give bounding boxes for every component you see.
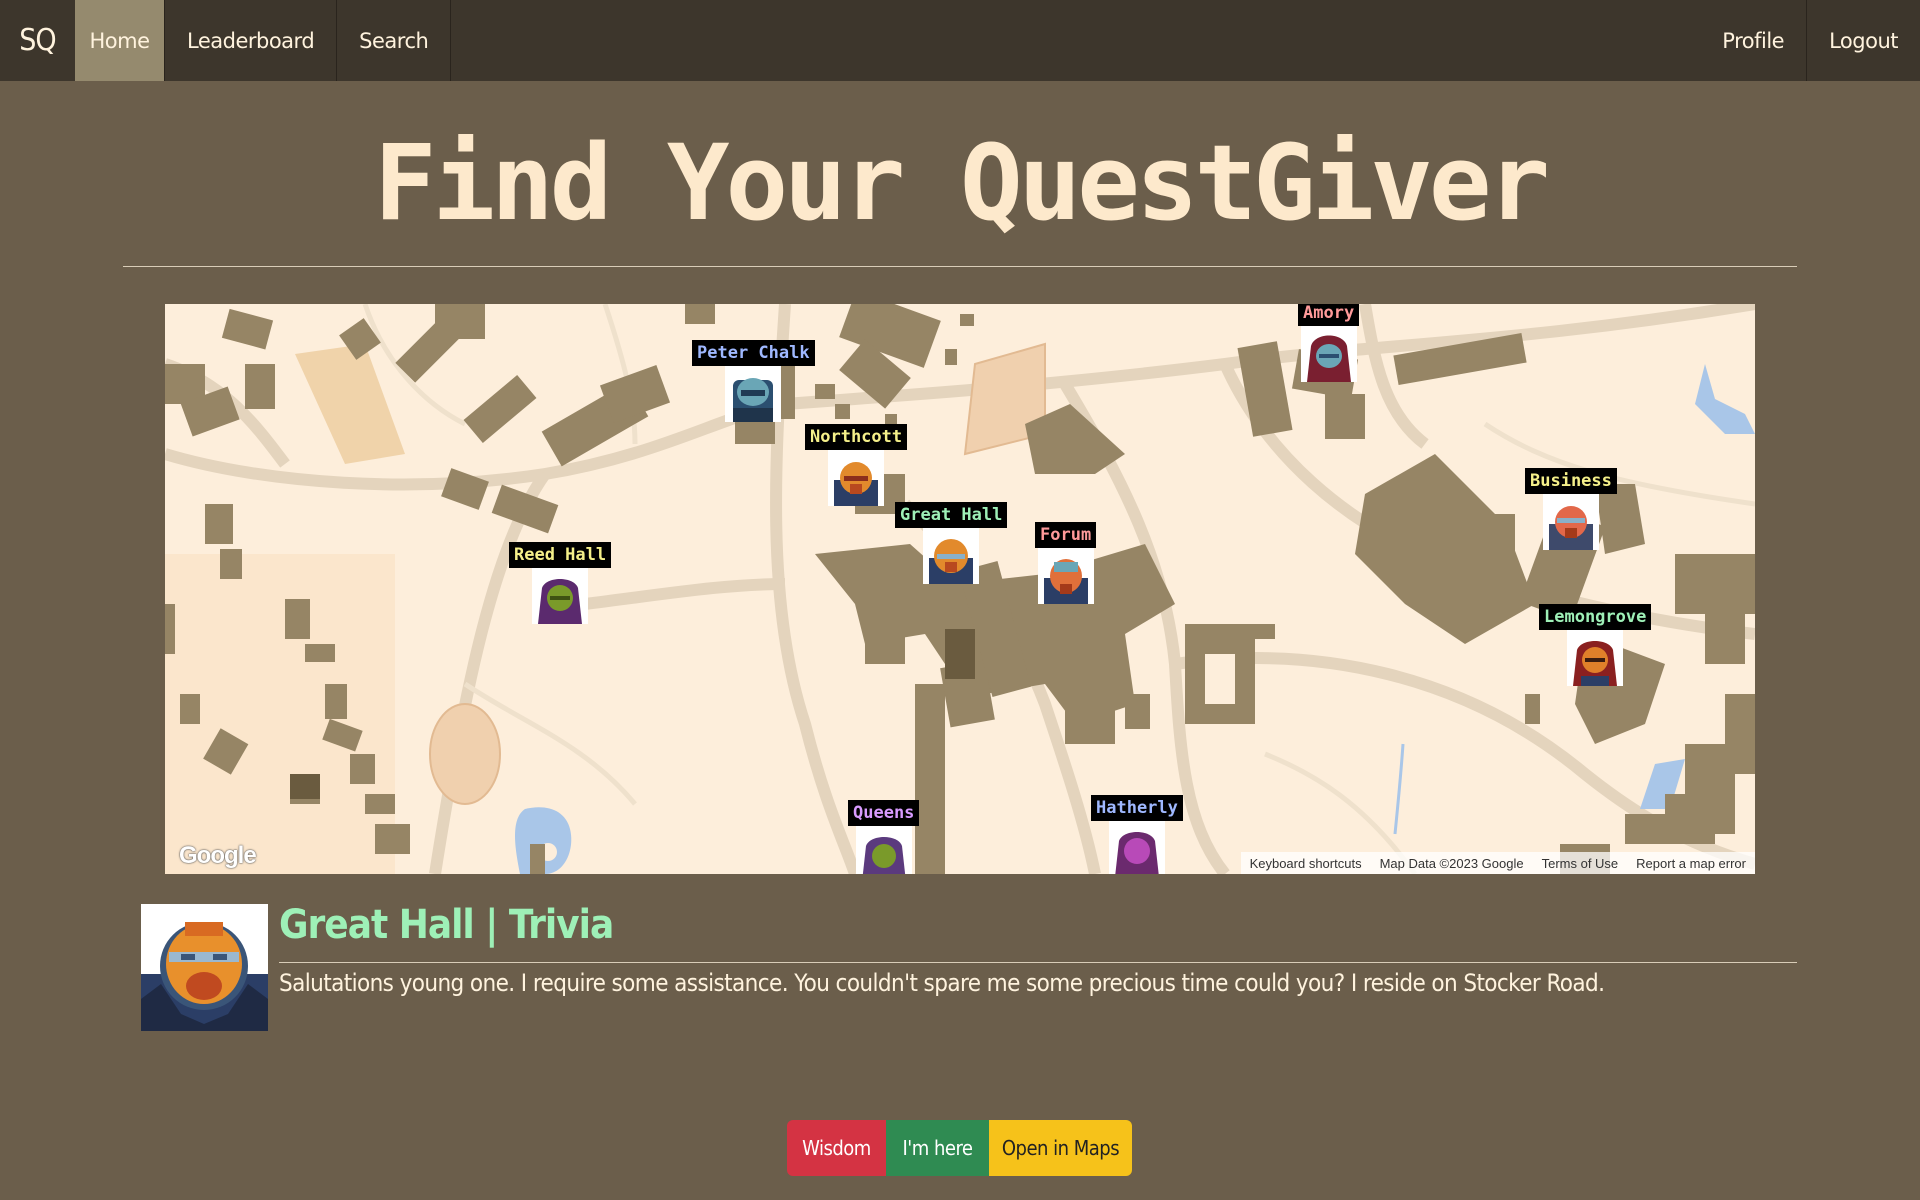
marker-lemongrove[interactable]: Lemongrove (1539, 604, 1652, 686)
campus-map[interactable]: Peter Chalk Northcott Great Hall Forum R… (165, 304, 1755, 874)
page-title: Find Your QuestGiver (373, 122, 1550, 244)
questgiver-avatar-icon (725, 366, 782, 422)
im-here-button[interactable]: I'm here (886, 1120, 989, 1176)
marker-label: Reed Hall (509, 542, 612, 568)
nav-leaderboard[interactable]: Leaderboard (165, 0, 338, 81)
questgiver-avatar-icon (532, 568, 589, 624)
marker-reed-hall[interactable]: Reed Hall (509, 542, 612, 624)
marker-great-hall[interactable]: Great Hall (895, 502, 1008, 584)
quest-title: Great Hall | Trivia (279, 902, 614, 948)
marker-business[interactable]: Business (1525, 468, 1617, 550)
questgiver-avatar-icon (923, 528, 980, 584)
nav-logout[interactable]: Logout (1806, 0, 1920, 81)
map-base-layer (165, 304, 1755, 874)
quest-divider (279, 962, 1797, 963)
questgiver-avatar-icon (1108, 821, 1165, 874)
map-data-attribution: Map Data ©2023 Google (1379, 855, 1524, 871)
map-footer: Keyboard shortcuts Map Data ©2023 Google… (1240, 852, 1755, 874)
questgiver-avatar-icon (1567, 630, 1624, 686)
quest-description: Salutations young one. I require some as… (279, 969, 1605, 997)
marker-amory[interactable]: Amory (1298, 304, 1360, 382)
wisdom-button[interactable]: Wisdom (787, 1120, 886, 1176)
questgiver-avatar-icon (1300, 326, 1357, 382)
questgiver-avatar-icon (855, 826, 912, 874)
marker-label: Queens (848, 800, 920, 826)
marker-peter-chalk[interactable]: Peter Chalk (692, 340, 815, 422)
quest-actions: Wisdom I'm here Open in Maps (787, 1120, 1132, 1176)
marker-queens[interactable]: Queens (848, 800, 920, 874)
nav-right-group: Profile Logout (1700, 0, 1920, 81)
quest-portrait (141, 904, 268, 1031)
questgiver-avatar-icon (828, 450, 885, 506)
keyboard-shortcuts-link[interactable]: Keyboard shortcuts (1241, 856, 1371, 871)
nav-search[interactable]: Search (337, 0, 452, 81)
marker-forum[interactable]: Forum (1035, 522, 1097, 604)
questgiver-avatar-icon (1542, 494, 1599, 550)
terms-of-use-link[interactable]: Terms of Use (1533, 856, 1628, 871)
nav-profile[interactable]: Profile (1700, 0, 1806, 81)
google-logo: Google (179, 842, 257, 869)
marker-hatherly[interactable]: Hatherly (1091, 795, 1183, 874)
marker-label: Lemongrove (1539, 604, 1652, 630)
top-navbar: SQ Home Leaderboard Search Profile Logou… (0, 0, 1920, 81)
brand-logo[interactable]: SQ (0, 0, 75, 81)
questgiver-portrait-icon (141, 922, 268, 1031)
marker-label: Forum (1035, 522, 1097, 548)
nav-home[interactable]: Home (75, 0, 165, 81)
marker-label: Northcott (805, 424, 908, 450)
marker-label: Business (1525, 468, 1617, 494)
marker-label: Amory (1298, 304, 1360, 326)
marker-label: Peter Chalk (692, 340, 815, 366)
questgiver-avatar-icon (1037, 548, 1094, 604)
report-map-error-link[interactable]: Report a map error (1627, 856, 1755, 871)
marker-label: Hatherly (1091, 795, 1183, 821)
title-divider (123, 266, 1797, 267)
open-in-maps-button[interactable]: Open in Maps (989, 1120, 1132, 1176)
marker-northcott[interactable]: Northcott (805, 424, 908, 506)
marker-label: Great Hall (895, 502, 1008, 528)
